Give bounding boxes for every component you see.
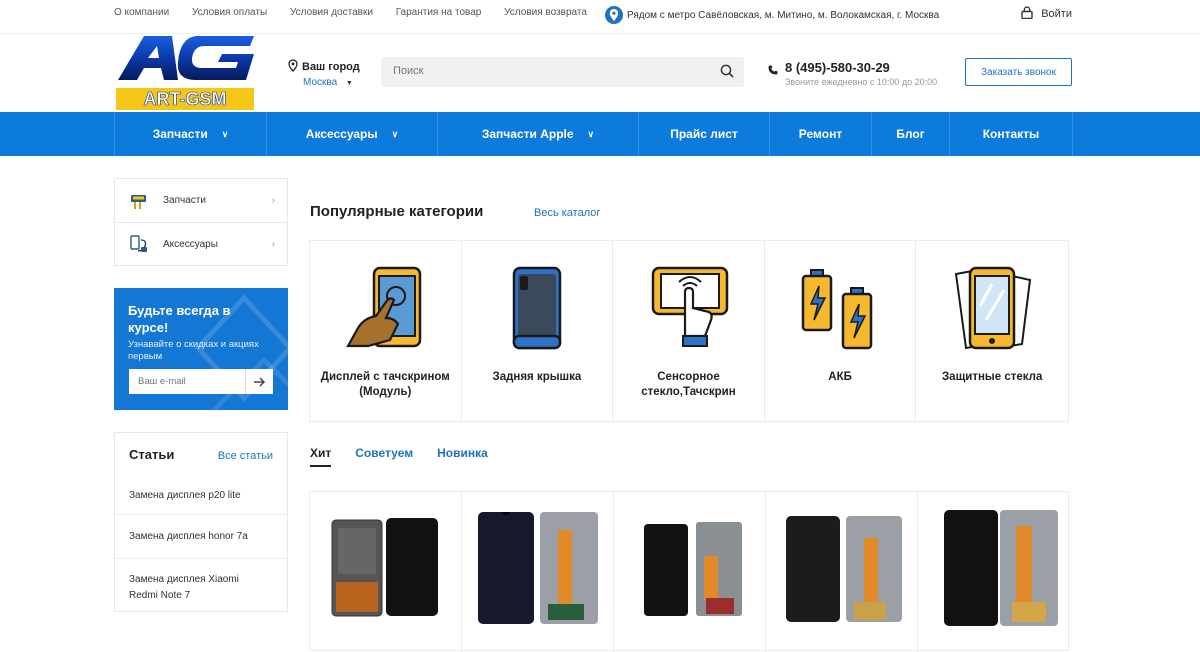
phone-block: 8 (495)-580-30-29 Звоните ежедневно с 10…: [768, 60, 937, 87]
category-name: Дисплей с тачскрином (Модуль): [320, 371, 450, 398]
tab-recommend[interactable]: Советуем: [355, 446, 413, 467]
articles-title: Статьи: [129, 447, 175, 462]
search-icon[interactable]: [720, 64, 734, 81]
product-card[interactable]: [766, 492, 918, 652]
category-card-battery[interactable]: АКБ: [765, 241, 917, 421]
login-link[interactable]: Войти: [1021, 6, 1072, 22]
chevron-down-icon: ∨: [391, 128, 399, 139]
top-link-warranty[interactable]: Гарантия на товар: [396, 7, 482, 18]
article-item[interactable]: Замена дисплея honor 7a: [115, 514, 287, 558]
newsletter-promo: Будьте всегда в курсе! Узнавайте о скидк…: [114, 288, 288, 410]
nav-item-apple-parts[interactable]: Запчасти Apple ∨: [437, 112, 638, 156]
protective-glass-icon: [955, 266, 1032, 350]
product-tabs: Хит Советуем Новинка: [310, 446, 512, 467]
promo-text: Узнавайте о скидках и акциях первым: [128, 339, 259, 362]
main-nav: Запчасти ∨ Аксессуары ∨ Запчасти Apple ∨ Пр…: [0, 112, 1200, 156]
product-card[interactable]: [918, 492, 1070, 652]
nav-item-contacts[interactable]: Контакты: [949, 112, 1073, 156]
sidebar-categories: Запчасти › Аксессуары ›: [114, 178, 288, 266]
category-card-protective-glass[interactable]: Защитные стекла: [916, 241, 1068, 421]
category-name: Защитные стекла: [941, 371, 1043, 383]
sidebar-item-parts[interactable]: Запчасти ›: [115, 179, 287, 222]
metro-location: Рядом с метро Савёловская, м. Митино, м.…: [605, 6, 939, 24]
category-card-display[interactable]: Дисплей с тачскрином (Модуль): [310, 241, 462, 421]
metro-text: Рядом с метро Савёловская, м. Митино, м.…: [627, 9, 940, 21]
map-pin-icon: [288, 59, 298, 75]
product-image: [644, 522, 742, 616]
all-articles-link[interactable]: Все статьи: [218, 450, 273, 462]
nav-item-parts[interactable]: Запчасти ∨: [114, 112, 266, 156]
top-link-delivery[interactable]: Условия доставки: [290, 7, 373, 18]
logo-text: ART-GSM: [144, 89, 227, 109]
parts-icon: [129, 191, 149, 211]
phone-icon: [768, 62, 778, 80]
logo[interactable]: ART-GSM: [114, 34, 256, 111]
email-input[interactable]: [129, 376, 244, 387]
category-card-touchscreen[interactable]: Сенсорное стекло,Тачскрин: [613, 241, 765, 421]
header: ART-GSM Ваш город Москва ▼ 8 (495)-580-3…: [0, 34, 1200, 112]
chevron-right-icon: ›: [271, 195, 275, 206]
location-pin-icon: [605, 6, 623, 24]
top-bar: О компании Условия оплаты Условия достав…: [0, 0, 1200, 34]
product-card[interactable]: [614, 492, 766, 652]
product-image: [944, 510, 1058, 626]
all-catalog-link[interactable]: Весь каталог: [534, 207, 600, 219]
articles-widget: Статьи Все статьи Замена дисплея p20 lit…: [114, 432, 288, 612]
search-input[interactable]: [393, 65, 693, 77]
working-hours: Звоните ежедневно с 10:00 до 20:00: [785, 77, 938, 87]
lock-icon: [1021, 6, 1033, 22]
product-card[interactable]: [310, 492, 462, 652]
product-grid: [309, 491, 1070, 652]
chevron-down-icon: ∨: [221, 128, 229, 139]
nav-item-repair[interactable]: Ремонт: [769, 112, 871, 156]
tab-new[interactable]: Новинка: [437, 446, 488, 467]
category-name: Задняя крышка: [492, 371, 582, 383]
battery-icon: [801, 269, 873, 350]
top-links: О компании Условия оплаты Условия достав…: [114, 7, 607, 18]
city-label: Ваш город: [302, 61, 360, 73]
nav-item-blog[interactable]: Блог: [871, 112, 949, 156]
arrow-right-icon[interactable]: [245, 369, 273, 394]
display-touch-icon: [346, 266, 422, 348]
category-card-back-cover[interactable]: Задняя крышка: [462, 241, 614, 421]
subscribe-form: [129, 369, 273, 394]
chevron-right-icon: ›: [271, 238, 275, 250]
article-item[interactable]: Замена дисплея p20 lite: [115, 477, 287, 514]
promo-title: Будьте всегда в курсе!: [128, 303, 231, 335]
product-image: [786, 516, 902, 622]
product-image: [478, 512, 598, 624]
login-label: Войти: [1041, 8, 1072, 20]
callback-button[interactable]: Заказать звонок: [965, 58, 1072, 86]
caret-down-icon: ▼: [345, 80, 353, 87]
popular-categories-grid: Дисплей с тачскрином (Модуль) Задняя кры…: [309, 240, 1069, 422]
product-image: [331, 518, 438, 617]
city-value: Москва ▼: [303, 77, 353, 88]
search-box: [381, 57, 744, 87]
top-link-payment[interactable]: Условия оплаты: [192, 7, 267, 18]
article-item[interactable]: Замена дисплея Xiaomi Redmi Note 7: [115, 558, 287, 616]
touchscreen-icon: [651, 266, 729, 347]
category-name: АКБ: [828, 371, 852, 383]
category-name: Сенсорное стекло,Тачскрин: [641, 371, 736, 398]
top-link-returns[interactable]: Условия возврата: [504, 7, 587, 18]
chevron-down-icon: ∨: [587, 128, 595, 139]
product-card[interactable]: [462, 492, 614, 652]
city-selector[interactable]: Ваш город Москва ▼: [288, 59, 360, 88]
nav-item-price-list[interactable]: Прайс лист: [638, 112, 769, 156]
back-cover-icon: [512, 266, 561, 350]
nav-item-accessories[interactable]: Аксессуары ∨: [266, 112, 437, 156]
sidebar-item-accessories[interactable]: Аксессуары ›: [115, 222, 287, 265]
tab-hit[interactable]: Хит: [310, 446, 332, 467]
top-link-about[interactable]: О компании: [114, 7, 169, 18]
accessories-icon: [129, 234, 149, 254]
phone-number[interactable]: 8 (495)-580-30-29: [768, 60, 937, 75]
popular-categories-title: Популярные категории: [310, 203, 484, 220]
